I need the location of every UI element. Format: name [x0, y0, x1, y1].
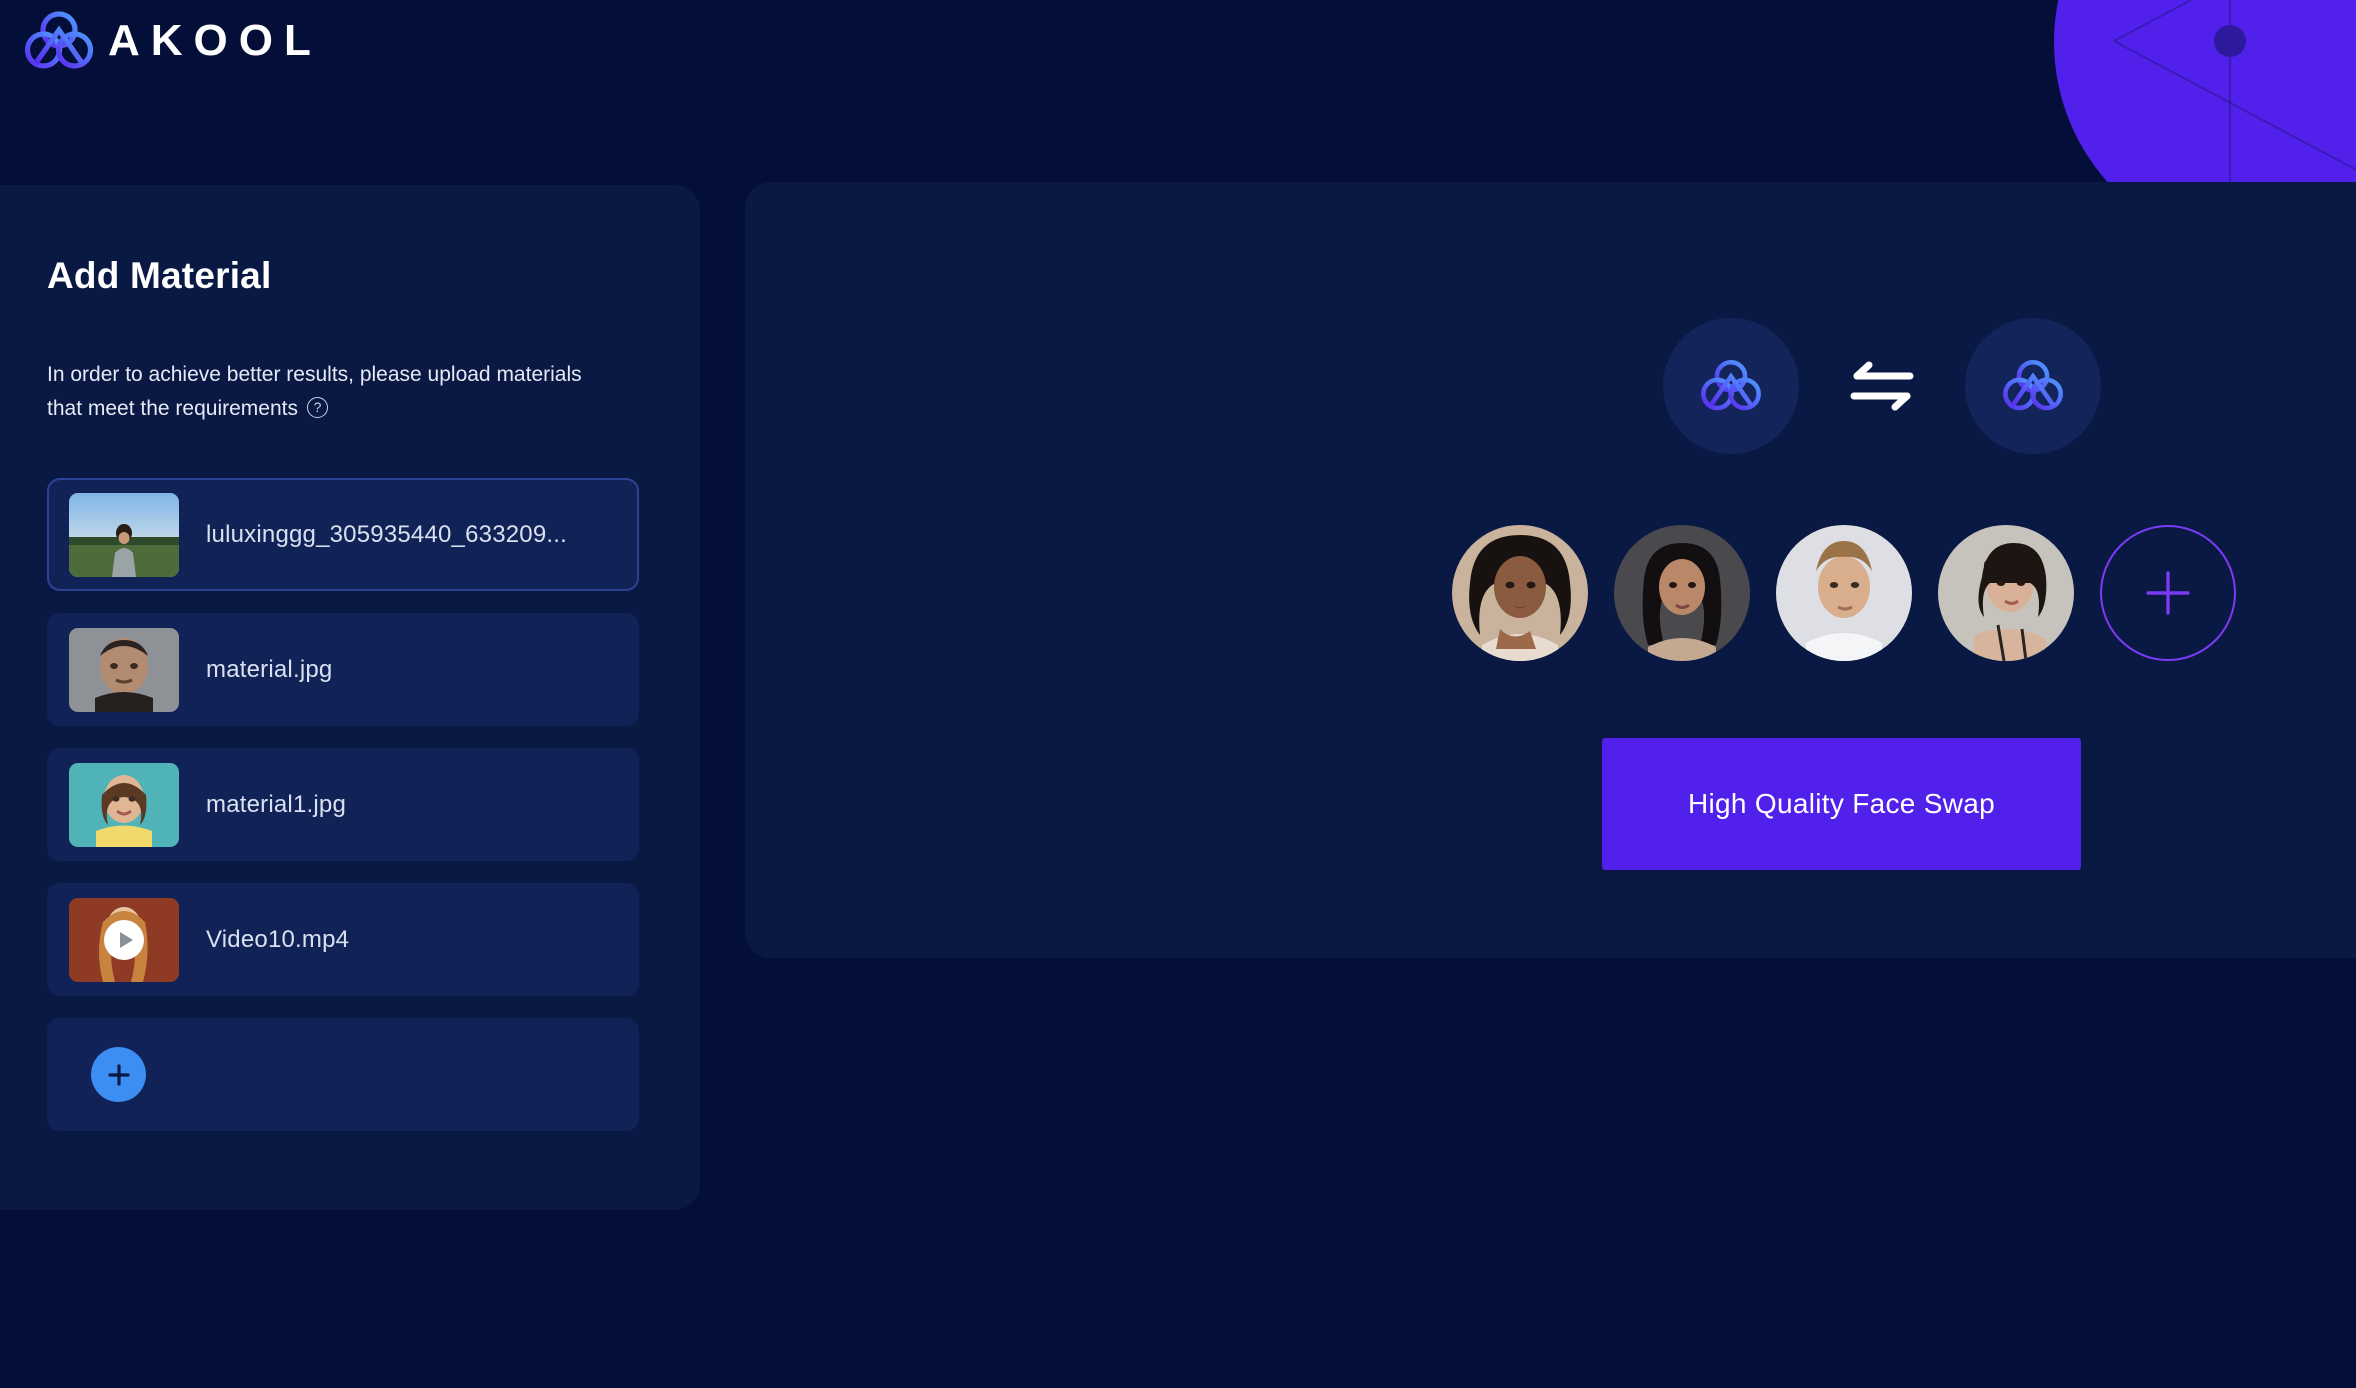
- list-item-label: material.jpg: [206, 655, 333, 683]
- deco-dot: [2214, 25, 2246, 57]
- list-item-label: material1.jpg: [206, 790, 347, 818]
- list-item[interactable]: material1.jpg: [47, 748, 639, 861]
- swap-source-target-row: [1663, 318, 2101, 454]
- list-item[interactable]: Video10.mp4: [47, 883, 639, 996]
- brand-name: AKOOL: [108, 16, 322, 65]
- swap-source-avatar[interactable]: [1663, 318, 1799, 454]
- add-face-button[interactable]: [2100, 525, 2236, 661]
- akool-trefoil-logo-icon: [24, 11, 94, 69]
- plus-icon: [2146, 571, 2190, 615]
- photo-thumbnail-woman-yellow-icon: [69, 762, 179, 847]
- akool-logo-avatar-icon: [1701, 359, 1761, 411]
- list-item-label: Video10.mp4: [206, 925, 350, 953]
- face-thumbnail-bob-hair-woman-icon[interactable]: [1938, 525, 2074, 661]
- page-title: Add Material: [47, 255, 272, 296]
- material-list: luluxinggg_305935440_633209... material.…: [47, 478, 639, 1131]
- photo-thumbnail-man-portrait-icon: [69, 627, 179, 712]
- akool-logo-avatar-icon: [2003, 359, 2063, 411]
- high-quality-face-swap-button[interactable]: High Quality Face Swap: [1602, 738, 2081, 870]
- play-icon[interactable]: [104, 919, 144, 960]
- swap-target-avatar[interactable]: [1965, 318, 2101, 454]
- list-item[interactable]: luluxinggg_305935440_633209...: [47, 478, 639, 591]
- deco-line-diagonal-2: [2113, 40, 2356, 197]
- face-selection-row: [1452, 525, 2236, 661]
- brand-logo[interactable]: AKOOL: [22, 8, 322, 74]
- plus-icon: [91, 1047, 146, 1102]
- add-material-button[interactable]: [47, 1018, 639, 1131]
- face-thumbnail-dark-hair-woman-icon[interactable]: [1614, 525, 1750, 661]
- swap-arrows-icon[interactable]: [1848, 357, 1916, 415]
- panel-description: In order to achieve better results, plea…: [47, 358, 607, 426]
- list-item-label: luluxinggg_305935440_633209...: [206, 520, 567, 548]
- app-root: AKOOL Add Material In order to achieve b…: [0, 0, 2356, 1388]
- deco-line-diagonal-1: [2113, 0, 2356, 42]
- photo-thumbnail-woman-field-icon: [69, 492, 179, 577]
- list-item[interactable]: material.jpg: [47, 613, 639, 726]
- face-thumbnail-young-man-icon[interactable]: [1776, 525, 1912, 661]
- face-thumbnail-curly-hair-woman-icon[interactable]: [1452, 525, 1588, 661]
- question-circle-icon[interactable]: [306, 397, 328, 419]
- video-thumbnail-woman-red-icon: [69, 897, 179, 982]
